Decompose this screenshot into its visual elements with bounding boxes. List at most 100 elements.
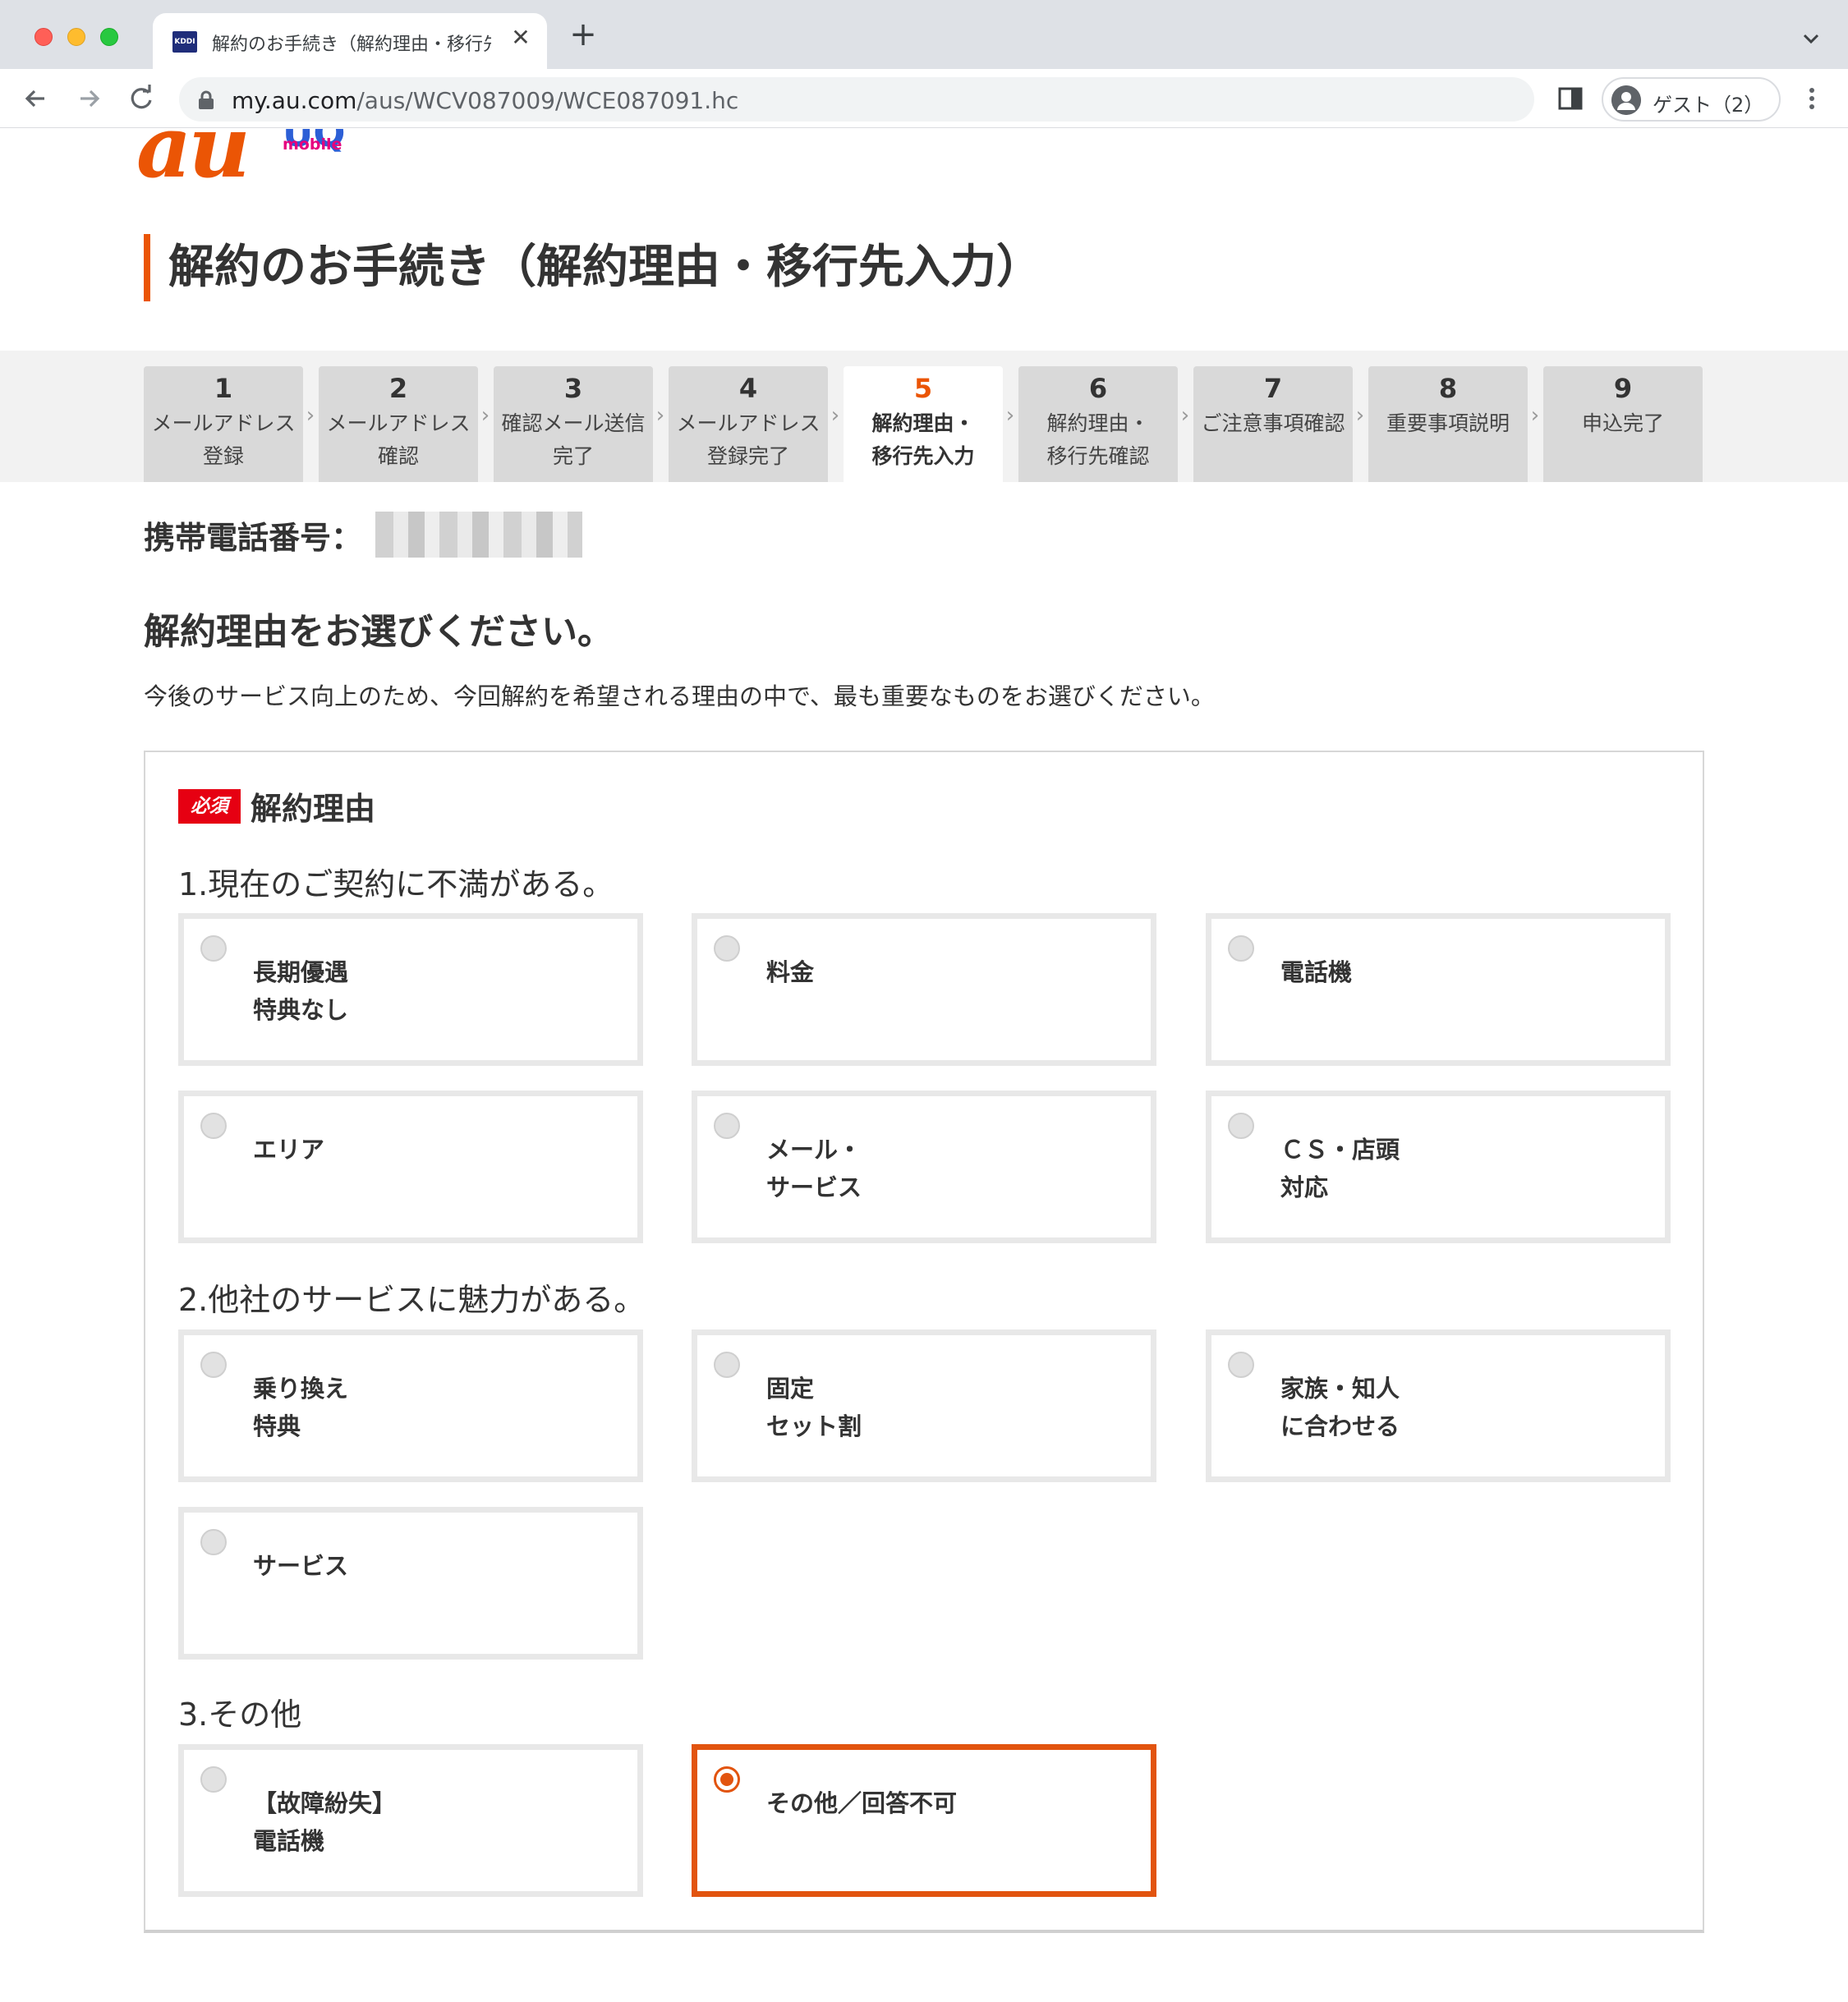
au-logo[interactable]: au: [136, 129, 251, 197]
reason-option-label: エリア: [253, 1136, 325, 1164]
tab-search-chevron-icon[interactable]: [1799, 26, 1823, 51]
reason-option-label: メール・ サービス: [766, 1136, 862, 1201]
radio-unselected-icon[interactable]: [714, 935, 740, 962]
radio-unselected-icon[interactable]: [714, 1113, 740, 1139]
browser-toolbar: my.au.com/aus/WCV087009/WCE087091.hc ゲスト…: [0, 69, 1848, 128]
radio-unselected-icon[interactable]: [200, 935, 227, 962]
profile-label: ゲスト（2）: [1653, 94, 1764, 117]
reason-option[interactable]: 固定 セット割: [692, 1329, 1156, 1482]
radio-unselected-icon[interactable]: [200, 1529, 227, 1555]
forward-arrow-icon[interactable]: [71, 80, 107, 117]
url-path: /aus/WCV087009/WCE087091.hc: [356, 87, 739, 114]
reason-option[interactable]: 家族・知人 に合わせる: [1206, 1329, 1671, 1482]
radio-unselected-icon[interactable]: [200, 1352, 227, 1378]
chevron-right-icon: ›: [1530, 403, 1540, 428]
required-badge: 必須: [178, 788, 241, 824]
step-number: 8: [1438, 373, 1458, 404]
address-bar[interactable]: my.au.com/aus/WCV087009/WCE087091.hc: [179, 77, 1534, 122]
minimize-window-button[interactable]: [67, 28, 85, 46]
reason-option-label: 【故障紛失】 電話機: [253, 1789, 397, 1855]
step-number: 4: [738, 373, 758, 404]
step-label: メールアドレス 登録完了: [676, 411, 821, 468]
chevron-right-icon: ›: [655, 403, 665, 428]
reason-option[interactable]: 長期優遇 特典なし: [178, 913, 643, 1066]
tab-title: 解約のお手続き（解約理由・移行先: [212, 34, 491, 55]
reason-option-label: 電話機: [1280, 958, 1353, 986]
cancellation-reason-form: 必須 解約理由 1.現在のご契約に不満がある。長期優遇 特典なし 料金 電話機エリア メ…: [144, 751, 1704, 1933]
step-label: 確認メール送信 完了: [501, 411, 646, 468]
reason-option[interactable]: エリア: [178, 1091, 643, 1243]
reason-option-label: サービス: [253, 1552, 349, 1580]
step-number: 3: [563, 373, 583, 404]
guest-avatar-icon: [1611, 85, 1641, 115]
more-menu-icon[interactable]: [1802, 84, 1822, 113]
step-8: 8 重要事項説明: [1368, 366, 1528, 482]
url-host: my.au.com: [232, 87, 357, 114]
reason-option[interactable]: 電話機: [1206, 913, 1671, 1066]
radio-unselected-icon[interactable]: [1228, 935, 1254, 962]
url-text: my.au.com/aus/WCV087009/WCE087091.hc: [232, 87, 738, 114]
step-number: 6: [1088, 373, 1108, 404]
uq-logo-text: mobile: [283, 135, 342, 154]
step-label: 重要事項説明: [1386, 411, 1510, 435]
step-7: 7 ご注意事項確認: [1193, 366, 1353, 482]
step-6: 6 解約理由・ 移行先確認: [1018, 366, 1178, 482]
page-content: au UQ mobile 解約のお手続き（解約理由・移行先入力） 1 メールアドレ…: [0, 129, 1848, 2002]
phone-number-label: 携帯電話番号：: [144, 519, 363, 556]
step-9: 9 申込完了: [1543, 366, 1703, 482]
chevron-right-icon: ›: [306, 403, 315, 428]
phone-number-masked: [375, 512, 583, 558]
field-label: 解約理由: [251, 791, 376, 827]
step-label: メールアドレス 登録: [151, 411, 296, 468]
new-tab-button[interactable]: +: [567, 18, 600, 53]
step-1: 1 メールアドレス 登録: [144, 366, 303, 482]
radio-unselected-icon[interactable]: [200, 1766, 227, 1793]
chevron-right-icon: ›: [830, 403, 840, 428]
section-heading: 解約理由をお選びください。: [144, 611, 614, 653]
radio-unselected-icon[interactable]: [200, 1113, 227, 1139]
tab-close-icon[interactable]: ✕: [508, 25, 534, 51]
reason-option-label: ＣＳ・店頭 対応: [1280, 1136, 1400, 1201]
step-label: ご注意事項確認: [1201, 411, 1345, 435]
progress-steps: 1 メールアドレス 登録 › 2 メールアドレス 確認 › 3 確認メール送信 完了 › 4 メール…: [0, 351, 1848, 482]
radio-unselected-icon[interactable]: [714, 1352, 740, 1378]
radio-unselected-icon[interactable]: [1228, 1113, 1254, 1139]
step-5: 5 解約理由・ 移行先入力: [844, 366, 1003, 482]
side-panel-icon[interactable]: [1556, 84, 1585, 113]
zoom-window-button[interactable]: [100, 28, 118, 46]
section-description: 今後のサービス向上のため、今回解約を希望される理由の中で、最も重要なものをお選び…: [144, 682, 1215, 710]
reason-option[interactable]: ＣＳ・店頭 対応: [1206, 1091, 1671, 1243]
field-header: 必須 解約理由: [178, 783, 375, 827]
profile-button[interactable]: ゲスト（2）: [1602, 77, 1781, 122]
reason-option[interactable]: その他／回答不可: [692, 1744, 1156, 1897]
close-window-button[interactable]: [34, 28, 53, 46]
kddi-favicon-icon: KDDI: [172, 31, 197, 53]
step-4: 4 メールアドレス 登録完了: [669, 366, 828, 482]
uq-mobile-logo[interactable]: UQ mobile: [276, 129, 347, 168]
reason-option[interactable]: 乗り換え 特典: [178, 1329, 643, 1482]
radio-selected-icon[interactable]: [714, 1766, 740, 1793]
reason-option-label: 乗り換え 特典: [253, 1375, 349, 1440]
browser-tab[interactable]: KDDI 解約のお手続き（解約理由・移行先 ✕: [153, 13, 547, 69]
step-2: 2 メールアドレス 確認: [319, 366, 478, 482]
reason-option[interactable]: 料金: [692, 913, 1156, 1066]
step-number: 1: [214, 373, 233, 404]
reason-group-title: 3.その他: [178, 1697, 302, 1733]
lock-icon[interactable]: [197, 90, 215, 110]
back-arrow-icon[interactable]: [18, 80, 54, 117]
reload-icon[interactable]: [123, 80, 159, 117]
step-label: 解約理由・ 移行先確認: [1046, 411, 1150, 468]
step-label: 解約理由・ 移行先入力: [871, 411, 975, 468]
reason-group-title: 1.現在のご契約に不満がある。: [178, 866, 614, 902]
reason-option[interactable]: サービス: [178, 1507, 643, 1660]
reason-option[interactable]: 【故障紛失】 電話機: [178, 1744, 643, 1897]
radio-unselected-icon[interactable]: [1228, 1352, 1254, 1378]
reason-option[interactable]: メール・ サービス: [692, 1091, 1156, 1243]
step-label: メールアドレス 確認: [326, 411, 471, 468]
phone-number-row: 携帯電話番号：: [144, 512, 583, 561]
reason-option-label: その他／回答不可: [766, 1789, 958, 1817]
chevron-right-icon: ›: [480, 403, 490, 428]
step-number: 7: [1263, 373, 1283, 404]
page-title: 解約のお手続き（解約理由・移行先入力）: [144, 234, 1042, 301]
step-number: 5: [913, 373, 933, 404]
